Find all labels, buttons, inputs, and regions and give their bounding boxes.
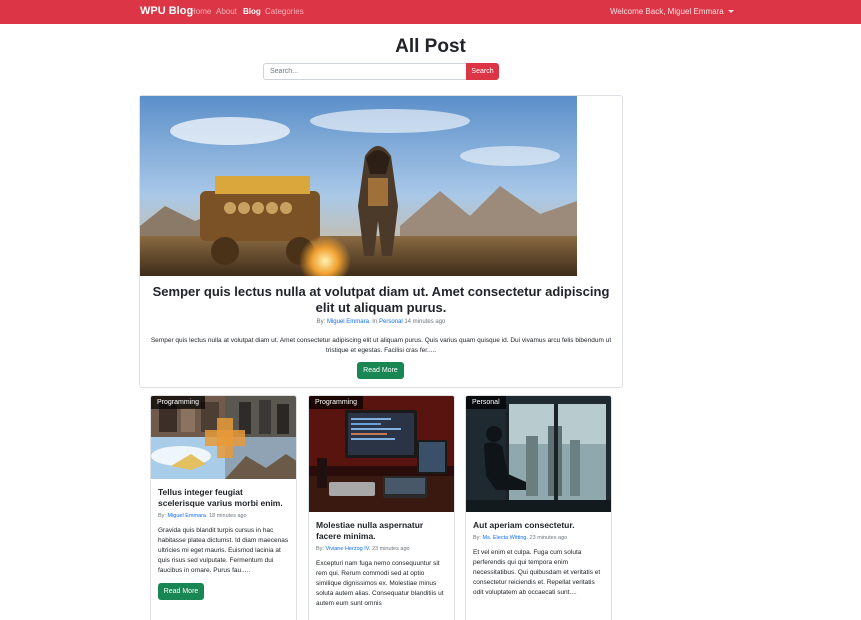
- search-form: Search: [263, 63, 499, 80]
- category-badge[interactable]: Programming: [309, 396, 364, 409]
- user-dropdown[interactable]: Welcome Back, Miguel Emmara: [610, 7, 734, 16]
- nav-blog-link[interactable]: Blog: [243, 7, 261, 16]
- author-link[interactable]: Miguel Emmara: [327, 319, 369, 325]
- caret-down-icon: [727, 10, 734, 14]
- nav-home-link[interactable]: Home: [190, 7, 211, 16]
- nav-categories-link[interactable]: Categories: [265, 7, 304, 16]
- meta-by-label: By:: [158, 513, 166, 519]
- post-card: Personal Aut aperiam consectetur. By: Ms…: [465, 395, 612, 620]
- post-time: . 23 minutes ago: [526, 535, 568, 541]
- post-card: Programming Molestiae nulla aspernatur f…: [308, 395, 455, 620]
- featured-post-card: Semper quis lectus nulla at volutpat dia…: [139, 95, 623, 388]
- author-link[interactable]: Ms. Electa Witting: [482, 535, 526, 541]
- post-time: . 23 minutes ago: [368, 546, 410, 552]
- navbar: WPU Blog Home About Blog Categories Welc…: [0, 0, 861, 24]
- post-card-meta: By: Ms. Electa Witting. 23 minutes ago: [473, 535, 606, 541]
- featured-read-more-button[interactable]: Read More: [357, 362, 404, 379]
- meta-in-label: . In: [368, 319, 378, 325]
- post-card-title[interactable]: Aut aperiam consectetur.: [473, 520, 606, 531]
- page-title: All Post: [395, 36, 466, 57]
- post-card-title[interactable]: Molestiae nulla aspernatur facere minima…: [316, 520, 449, 542]
- post-card-excerpt: Et vel enim et culpa. Fuga cum soluta pe…: [473, 549, 601, 596]
- featured-post-image: [140, 96, 577, 276]
- meta-by-label: By:: [316, 546, 324, 552]
- post-card-image: [309, 396, 454, 512]
- nav-about-link[interactable]: About: [216, 7, 237, 16]
- post-card-image: [466, 396, 611, 512]
- post-time: 14 minutes ago: [404, 319, 446, 325]
- post-card-meta: By: Viviane Herzog IV. 23 minutes ago: [316, 546, 449, 552]
- meta-by-label: By:: [316, 319, 326, 325]
- user-greeting: Welcome Back, Miguel Emmara: [610, 7, 724, 16]
- category-link[interactable]: Personal: [379, 319, 403, 325]
- post-card-meta: By: Miguel Emmara. 18 minutes ago: [158, 513, 291, 519]
- category-badge[interactable]: Programming: [151, 396, 206, 409]
- search-button[interactable]: Search: [466, 63, 499, 80]
- author-link[interactable]: Viviane Herzog IV: [325, 546, 368, 552]
- meta-by-label: By:: [473, 535, 481, 541]
- author-link[interactable]: Miguel Emmara: [167, 513, 206, 519]
- post-card-excerpt: Excepturi nam fuga nemo consequuntur sit…: [316, 560, 444, 607]
- featured-post-meta: By: Miguel Emmara. In Personal 14 minute…: [140, 319, 622, 325]
- featured-post-excerpt: Semper quis lectus nulla at volutpat dia…: [150, 337, 612, 354]
- category-badge[interactable]: Personal: [466, 396, 506, 409]
- post-card-title[interactable]: Tellus integer feugiat scelerisque variu…: [158, 487, 291, 509]
- brand-logo-text[interactable]: WPU Blog: [140, 5, 193, 17]
- post-card-excerpt: Gravida quis blandit turpis cursus in ha…: [158, 527, 289, 574]
- post-card: Programming Tellus integer feugiat scele…: [150, 395, 297, 620]
- post-time: . 18 minutes ago: [206, 513, 247, 519]
- search-input[interactable]: [263, 63, 467, 80]
- featured-post-title[interactable]: Semper quis lectus nulla at volutpat dia…: [150, 284, 612, 316]
- read-more-button[interactable]: Read More: [158, 583, 204, 600]
